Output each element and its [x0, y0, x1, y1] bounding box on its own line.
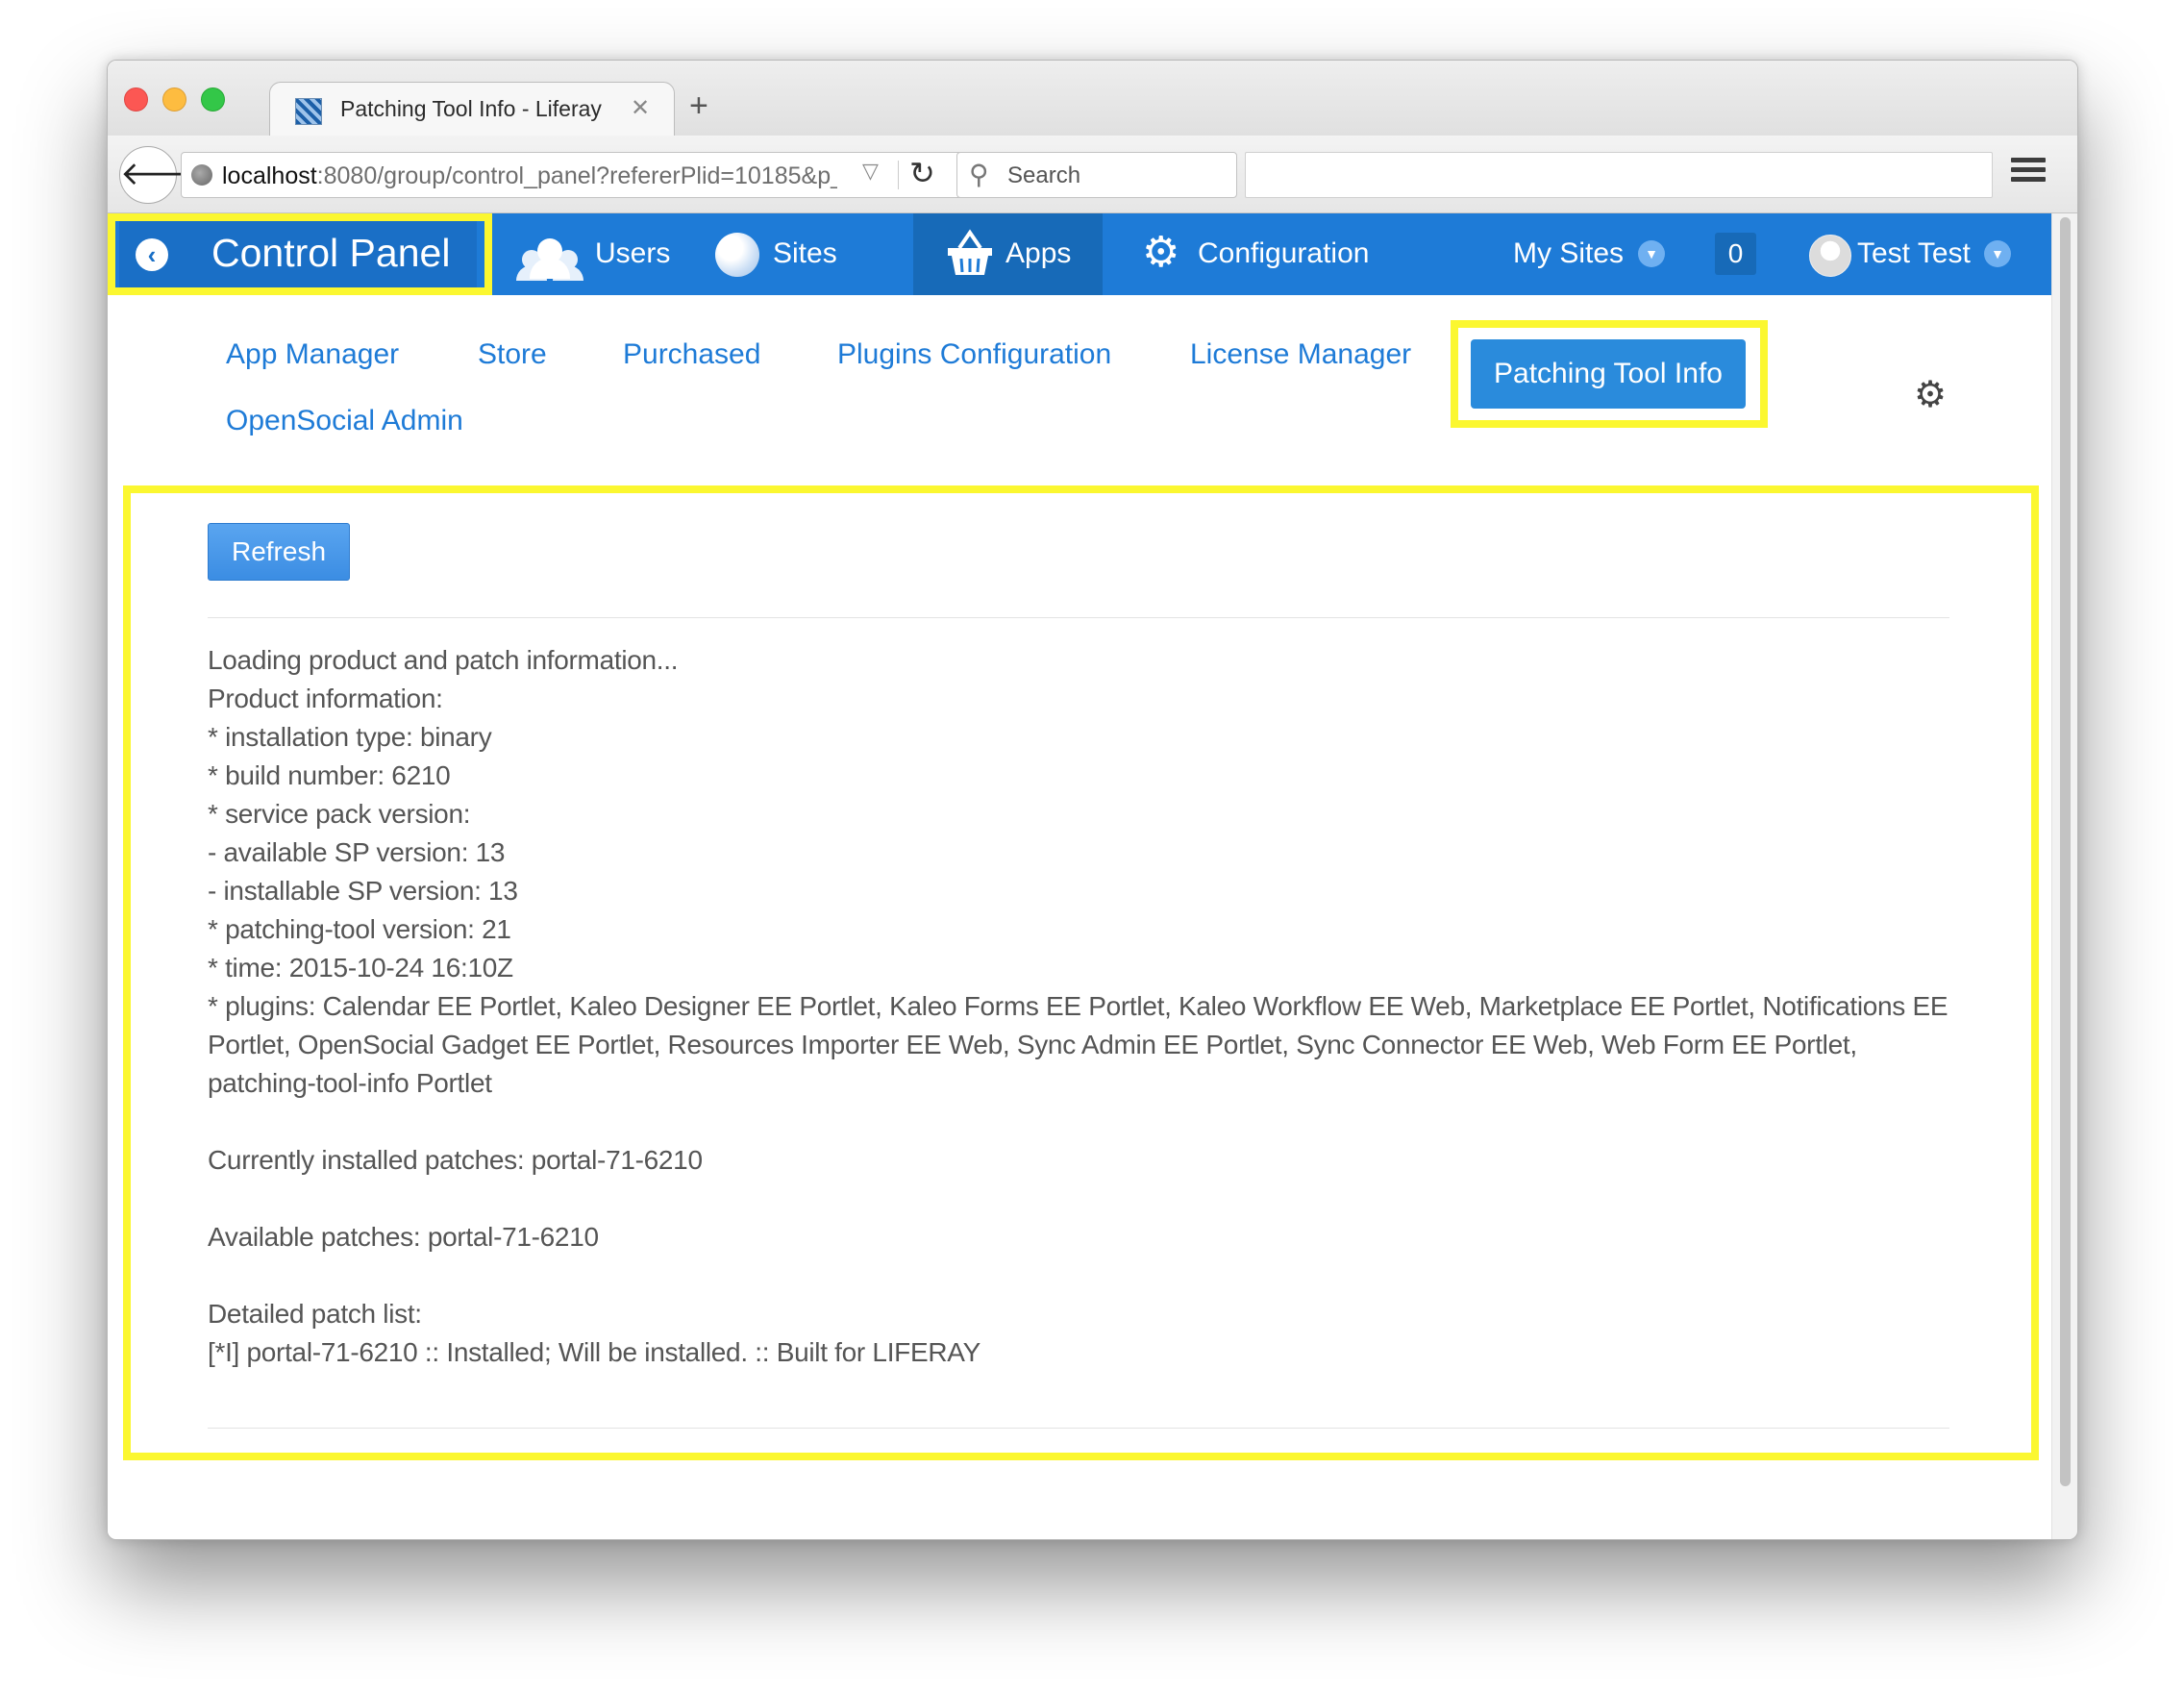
url-bar[interactable]: localhost:8080/group/control_panel?refer…	[181, 152, 1048, 198]
globe-icon	[715, 233, 759, 277]
reload-icon[interactable]: ↻	[909, 155, 935, 191]
tab-patching-tool-info[interactable]: Patching Tool Info	[1471, 339, 1746, 409]
close-window-button[interactable]	[124, 87, 148, 112]
hamburger-menu-icon[interactable]	[2011, 153, 2046, 191]
tab-close-icon[interactable]: ✕	[631, 94, 650, 122]
url-history-dropdown-icon[interactable]: ▽	[862, 159, 879, 184]
url-separator	[898, 161, 899, 189]
dock-item-users[interactable]: Users	[516, 213, 670, 295]
zoom-window-button[interactable]	[201, 87, 225, 112]
back-button[interactable]: 🡐	[119, 146, 208, 204]
info-line: * service pack version:	[208, 799, 471, 829]
info-line: * build number: 6210	[208, 760, 451, 790]
user-name: Test Test	[1857, 237, 1971, 269]
dock-label-configuration: Configuration	[1198, 237, 1370, 269]
tab-store[interactable]: Store	[478, 338, 547, 371]
dock-item-apps[interactable]: Apps	[913, 213, 1103, 295]
my-sites-menu[interactable]: My Sites ▼	[1513, 213, 1676, 295]
user-menu[interactable]: Test Test ▼	[1857, 213, 2021, 295]
tab-plugins-configuration[interactable]: Plugins Configuration	[837, 338, 1111, 371]
scrollbar-thumb[interactable]	[2060, 217, 2071, 1486]
title-bar: Patching Tool Info - Liferay ✕ +	[108, 61, 2077, 138]
patch-info-output: Loading product and patch information...…	[208, 641, 1967, 1372]
tab-license-manager[interactable]: License Manager	[1190, 338, 1411, 371]
top-divider	[208, 617, 1949, 618]
chevron-down-icon: ▼	[1638, 240, 1665, 267]
browser-window: Patching Tool Info - Liferay ✕ + 🡐 local…	[107, 60, 2078, 1540]
info-line: * time: 2015-10-24 16:10Z	[208, 953, 513, 983]
dockbar: ‹ Control Panel Users Sites Apps ⚙ Confi…	[108, 213, 2051, 295]
info-line: - installable SP version: 13	[208, 876, 518, 906]
settings-gear-icon[interactable]: ⚙	[1914, 376, 1947, 414]
tab-title: Patching Tool Info - Liferay	[340, 96, 602, 121]
dock-item-configuration[interactable]: ⚙ Configuration	[1142, 213, 1392, 295]
browser-toolbar: 🡐 localhost:8080/group/control_panel?ref…	[108, 136, 2077, 213]
tab-purchased[interactable]: Purchased	[623, 338, 760, 371]
tab-opensocial-admin[interactable]: OpenSocial Admin	[226, 405, 463, 437]
gear-icon: ⚙	[1142, 229, 1180, 276]
plugins-line: * plugins: Calendar EE Portlet, Kaleo De…	[208, 991, 1948, 1098]
dock-label-users: Users	[595, 237, 671, 269]
new-tab-button[interactable]: +	[689, 89, 708, 122]
vertical-scrollbar[interactable]	[2051, 213, 2077, 1539]
basket-icon	[948, 229, 992, 275]
info-line: Loading product and patch information...	[208, 645, 679, 675]
users-icon	[516, 233, 585, 281]
notifications-count[interactable]: 0	[1715, 233, 1756, 275]
bottom-divider	[208, 1428, 1949, 1429]
dock-label-apps: Apps	[1005, 237, 1072, 269]
info-line: Product information:	[208, 684, 443, 713]
url-path: :8080/group/control_panel?refererPlid=10…	[316, 162, 837, 189]
my-sites-label: My Sites	[1513, 237, 1625, 269]
page-viewport: ‹ Control Panel Users Sites Apps ⚙ Confi…	[108, 213, 2051, 1539]
search-icon: ⚲	[969, 160, 989, 189]
search-placeholder: Search	[1007, 162, 1081, 188]
chevron-down-icon: ▼	[1984, 240, 2011, 267]
installed-patches: Currently installed patches: portal-71-6…	[208, 1145, 703, 1175]
tab-app-manager[interactable]: App Manager	[226, 338, 399, 371]
control-panel-highlight	[108, 213, 492, 295]
browser-tab[interactable]: Patching Tool Info - Liferay ✕	[269, 82, 675, 138]
liferay-favicon-icon	[295, 98, 322, 125]
dock-label-sites: Sites	[773, 237, 837, 269]
toolbar-empty-field	[1245, 152, 1993, 198]
url-host: localhost	[222, 162, 317, 189]
search-bar[interactable]: ⚲ Search	[956, 152, 1237, 198]
refresh-button[interactable]: Refresh	[208, 523, 350, 581]
avatar[interactable]	[1809, 235, 1851, 277]
info-line: * patching-tool version: 21	[208, 914, 511, 944]
minimize-window-button[interactable]	[162, 87, 186, 112]
dock-item-sites[interactable]: Sites	[715, 213, 850, 295]
info-line: - available SP version: 13	[208, 837, 506, 867]
url-text[interactable]: localhost:8080/group/control_panel?refer…	[222, 162, 837, 190]
available-patches: Available patches: portal-71-6210	[208, 1222, 599, 1252]
detailed-patch-item: [*I] portal-71-6210 :: Installed; Will b…	[208, 1337, 980, 1367]
info-line: * installation type: binary	[208, 722, 492, 752]
site-identity-icon[interactable]	[191, 164, 212, 186]
detailed-patch-header: Detailed patch list:	[208, 1299, 422, 1329]
